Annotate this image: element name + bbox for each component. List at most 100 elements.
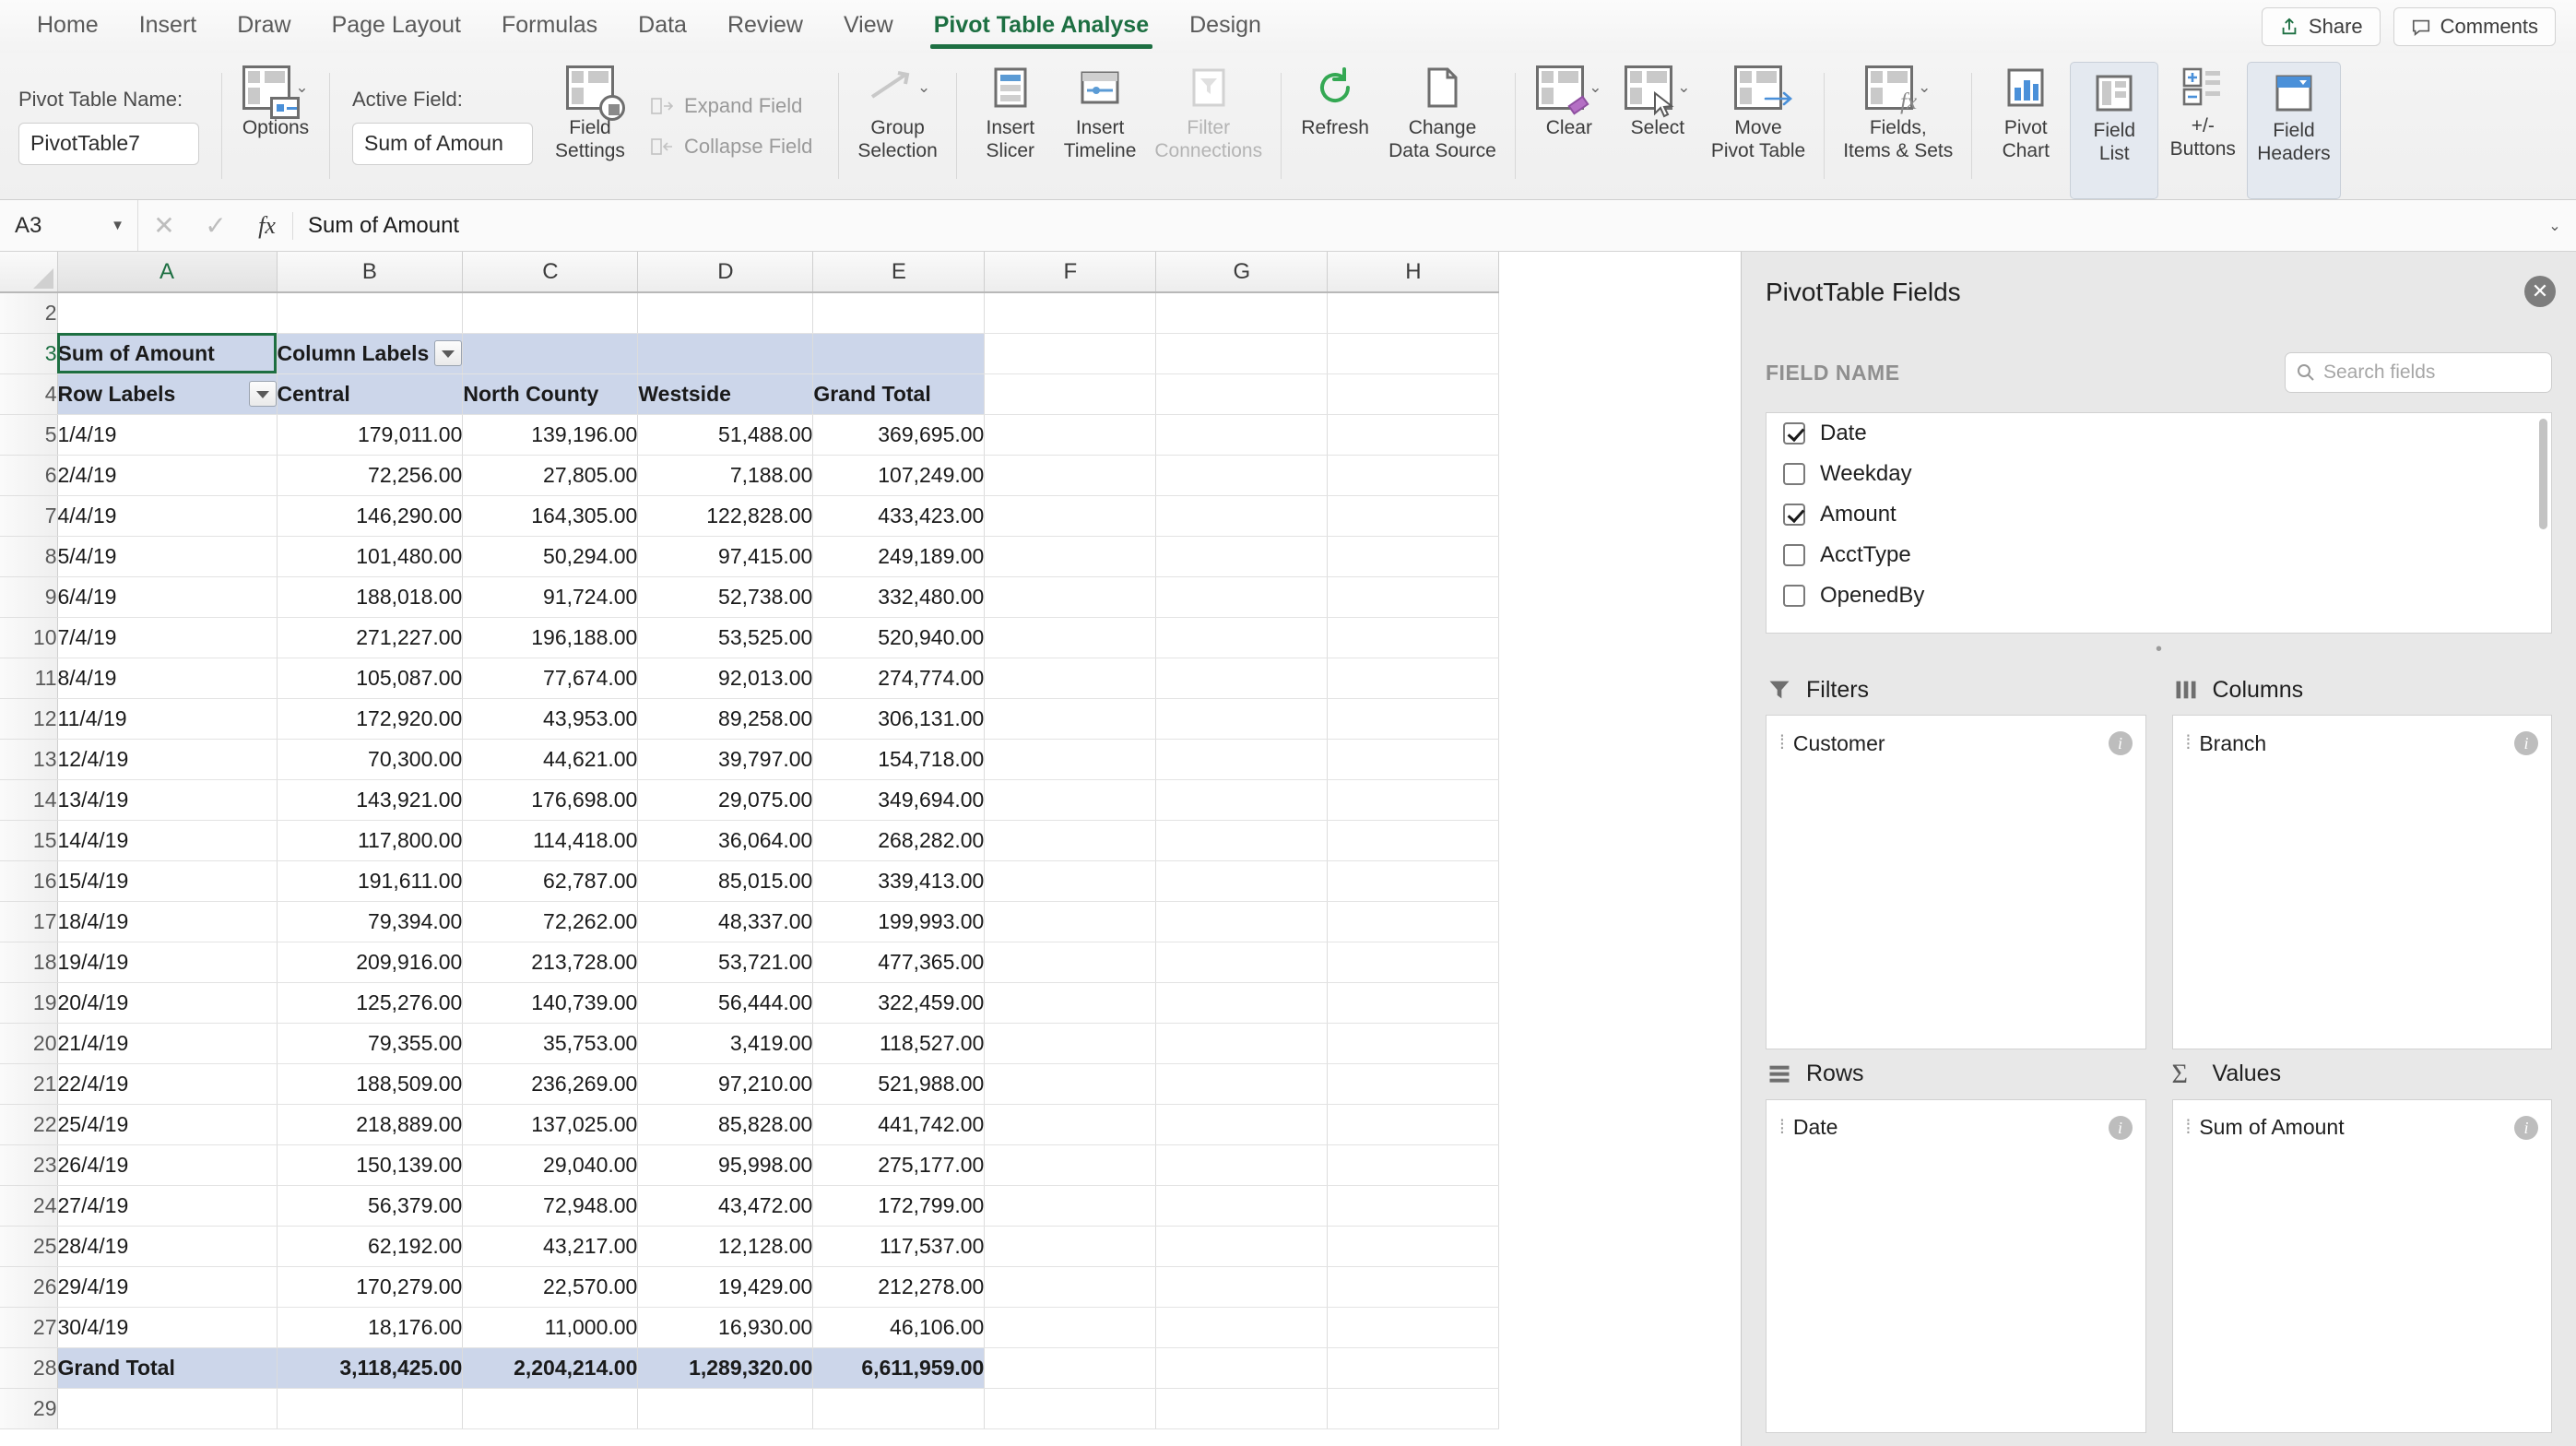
grid-cell[interactable] — [1155, 1023, 1329, 1064]
drag-handle-icon[interactable]: ⁞ — [2186, 1117, 2192, 1139]
pivot-value-cell[interactable]: 154,718.00 — [812, 739, 986, 780]
row-header-7[interactable]: 7 — [0, 495, 58, 537]
row-header-27[interactable]: 27 — [0, 1307, 58, 1348]
column-header-E[interactable]: E — [812, 252, 986, 293]
grid-cell[interactable] — [984, 617, 1157, 658]
share-button[interactable]: Share — [2261, 6, 2381, 46]
pivot-value-cell[interactable]: 53,525.00 — [637, 617, 814, 658]
pivot-value-cell[interactable]: 7,188.00 — [637, 455, 814, 496]
pivot-row-label[interactable]: 30/4/19 — [57, 1307, 278, 1348]
grid-cell[interactable] — [1327, 292, 1500, 334]
pivot-column-header[interactable]: Grand Total — [812, 373, 986, 415]
move-pivot-table-button[interactable]: Move Pivot Table — [1702, 53, 1814, 199]
row-header-4[interactable]: 4 — [0, 373, 58, 415]
pivot-value-cell[interactable]: 3,419.00 — [637, 1023, 814, 1064]
grid-cell[interactable] — [1327, 1226, 1500, 1267]
pivot-value-cell[interactable]: 117,800.00 — [277, 820, 464, 861]
row-header-18[interactable]: 18 — [0, 942, 58, 983]
field-checkbox-accttype[interactable] — [1783, 544, 1805, 566]
pivot-row-label[interactable]: 4/4/19 — [57, 495, 278, 537]
grid-cell[interactable] — [1327, 617, 1500, 658]
formula-cancel-button[interactable]: ✕ — [138, 210, 190, 241]
grid-cell[interactable] — [984, 982, 1157, 1024]
select-all-corner[interactable] — [0, 252, 58, 293]
pivot-row-label[interactable]: 26/4/19 — [57, 1144, 278, 1186]
grid-cell[interactable] — [984, 373, 1157, 415]
grid-cell[interactable] — [1155, 860, 1329, 902]
pivot-value-cell[interactable]: 79,394.00 — [277, 901, 464, 942]
grid-cell[interactable] — [57, 292, 278, 334]
pivot-value-cell[interactable]: 44,621.00 — [462, 739, 639, 780]
active-field-input[interactable] — [352, 122, 533, 165]
pivot-value-cell[interactable]: 170,279.00 — [277, 1266, 464, 1308]
grid-cell[interactable] — [984, 536, 1157, 577]
grid-cell[interactable] — [1327, 576, 1500, 618]
field-name-list[interactable]: Date Weekday Amount AcctType OpenedBy — [1766, 412, 2552, 634]
pivot-value-cell[interactable]: 150,139.00 — [277, 1144, 464, 1186]
grid-cell[interactable] — [1155, 820, 1329, 861]
panel-resize-handle[interactable]: • — [1742, 634, 2576, 665]
pivot-row-label[interactable]: 15/4/19 — [57, 860, 278, 902]
name-box[interactable]: A3 ▼ — [0, 200, 138, 251]
pivot-value-cell[interactable]: 349,694.00 — [812, 779, 986, 821]
grid-cell[interactable] — [1327, 1144, 1500, 1186]
pivot-row-label[interactable]: 28/4/19 — [57, 1226, 278, 1267]
pivot-value-cell[interactable]: 179,011.00 — [277, 414, 464, 456]
pivot-value-cell[interactable]: 274,774.00 — [812, 658, 986, 699]
tab-formulas[interactable]: Formulas — [481, 0, 618, 53]
grid-cell[interactable] — [1155, 333, 1329, 374]
grand-total-cell[interactable]: 1,289,320.00 — [637, 1347, 814, 1389]
insert-function-icon[interactable]: fx — [242, 211, 293, 240]
tab-pivot-table-analyse[interactable]: Pivot Table Analyse — [914, 0, 1169, 53]
pivot-value-cell[interactable]: 118,527.00 — [812, 1023, 986, 1064]
zone-chip[interactable]: ⁞ Sum of Amount i — [2173, 1109, 2552, 1146]
pivot-chart-button[interactable]: Pivot Chart — [1981, 53, 2070, 199]
collapse-field-button[interactable]: Collapse Field — [642, 129, 821, 164]
column-header-F[interactable]: F — [984, 252, 1157, 293]
formula-input[interactable]: Sum of Amount — [293, 213, 2534, 239]
tab-design[interactable]: Design — [1169, 0, 1282, 53]
pivot-value-cell[interactable]: 140,739.00 — [462, 982, 639, 1024]
row-header-21[interactable]: 21 — [0, 1063, 58, 1105]
tab-review[interactable]: Review — [707, 0, 823, 53]
tab-home[interactable]: Home — [17, 0, 119, 53]
pivot-value-cell[interactable]: 520,940.00 — [812, 617, 986, 658]
row-header-29[interactable]: 29 — [0, 1388, 58, 1429]
grid-cell[interactable] — [1155, 942, 1329, 983]
zone-values[interactable]: Σ Values ⁞ Sum of Amount i — [2171, 1049, 2552, 1433]
pivot-column-header[interactable]: Westside — [637, 373, 814, 415]
pivot-value-cell[interactable]: 11,000.00 — [462, 1307, 639, 1348]
pivot-row-label[interactable]: 2/4/19 — [57, 455, 278, 496]
column-header-B[interactable]: B — [277, 252, 464, 293]
row-header-16[interactable]: 16 — [0, 860, 58, 902]
pivot-value-cell[interactable]: 62,787.00 — [462, 860, 639, 902]
grid-cell[interactable] — [984, 576, 1157, 618]
row-header-9[interactable]: 9 — [0, 576, 58, 618]
grand-total-label[interactable]: Grand Total — [57, 1347, 278, 1389]
formula-confirm-button[interactable]: ✓ — [190, 210, 242, 241]
row-header-19[interactable]: 19 — [0, 982, 58, 1024]
pivot-value-cell[interactable]: 12,128.00 — [637, 1226, 814, 1267]
field-settings-button[interactable]: Field Settings — [546, 53, 634, 199]
grid-cell[interactable] — [1155, 455, 1329, 496]
pivot-table-name-input[interactable] — [18, 122, 199, 165]
grid-cell[interactable] — [984, 1388, 1157, 1429]
pivot-row-label[interactable]: 13/4/19 — [57, 779, 278, 821]
pivot-value-cell[interactable]: 19,429.00 — [637, 1266, 814, 1308]
pivot-value-cell[interactable]: 164,305.00 — [462, 495, 639, 537]
row-header-13[interactable]: 13 — [0, 739, 58, 780]
field-item-weekday[interactable]: Weekday — [1767, 454, 2551, 494]
grid-cell[interactable] — [1155, 1226, 1329, 1267]
grid-cell[interactable] — [1327, 982, 1500, 1024]
grid-cell[interactable] — [984, 495, 1157, 537]
grid-cell[interactable] — [1327, 860, 1500, 902]
pivot-value-cell[interactable]: 114,418.00 — [462, 820, 639, 861]
grid-cell[interactable] — [984, 1185, 1157, 1227]
zone-chip[interactable]: ⁞ Branch i — [2173, 725, 2552, 762]
field-checkbox-amount[interactable] — [1783, 504, 1805, 526]
pivot-row-label[interactable]: 27/4/19 — [57, 1185, 278, 1227]
grid-cell[interactable] — [462, 292, 639, 334]
fields-items-sets-button[interactable]: fx ⌄ Fields, Items & Sets — [1834, 53, 1962, 199]
pivot-value-cell[interactable]: 339,413.00 — [812, 860, 986, 902]
grid-cell[interactable] — [984, 698, 1157, 740]
